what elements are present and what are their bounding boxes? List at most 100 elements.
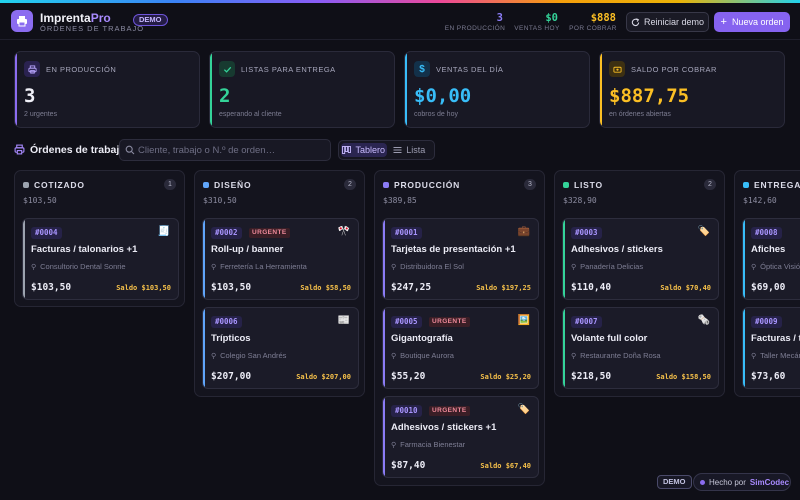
order-card[interactable]: #0010 URGENTE 🏷️ Adhesivos / stickers +1… [382,396,539,478]
column-total: $328,90 [563,196,597,205]
kpi-card-receivable: SALDO POR COBRAR $887,75 en órdenes abie… [599,51,785,128]
column-title: DISEÑO [214,180,252,190]
order-number: #0003 [571,227,602,239]
view-list-button[interactable]: Lista [387,143,433,157]
header-stat-value: $888 [590,12,616,24]
order-balance: Saldo $197,25 [476,284,531,292]
column-produccion: PRODUCCIÓN 3 $389,85 #0001 💼 Tarjetas de… [374,170,545,486]
kpi-label: LISTAS PARA ENTREGA [241,65,336,74]
kpi-subtext: 2 urgentes [24,111,58,118]
kpi-card-production: EN PRODUCCIÓN 3 2 urgentes [14,51,200,128]
order-title: Facturas / talonarios [751,333,800,344]
column-count: 2 [704,179,716,190]
printer-icon [24,61,40,77]
order-balance: Saldo $103,50 [116,284,171,292]
kpi-value: 3 [24,85,36,107]
user-icon: ⚲ [571,263,577,271]
kpi-card-ready: LISTAS PARA ENTREGA 2 esperando al clien… [209,51,395,128]
column-title: LISTO [574,180,603,190]
column-cotizado: COTIZADO 1 $103,50 #0004 🧾 Facturas / ta… [14,170,185,307]
user-icon: ⚲ [391,263,397,271]
order-card[interactable]: #0009 Facturas / talonarios ⚲Taller Mecá… [742,307,800,389]
new-order-button[interactable]: + Nueva orden [714,12,790,32]
column-listo: LISTO 2 $328,90 #0003 🏷️ Adhesivos / sti… [554,170,725,397]
kpi-subtext: en órdenes abiertas [609,111,671,118]
order-client: Consultorio Dental Sonrie [40,262,126,271]
urgent-badge: URGENTE [429,317,470,327]
order-card[interactable]: #0004 🧾 Facturas / talonarios +1 ⚲ Consul… [22,218,179,300]
order-number: #0010 [391,405,422,417]
order-price: $103,50 [211,282,252,293]
order-title: Roll-up / banner [211,244,284,255]
dollar-icon: $ [414,61,430,77]
user-icon: ⚲ [211,352,217,360]
order-number: #0006 [211,316,242,328]
order-card[interactable]: #0003 🏷️ Adhesivos / stickers ⚲ Panadería… [562,218,719,300]
order-card[interactable]: #0002 URGENTE 🎌 Roll-up / banner ⚲ Ferret… [202,218,359,300]
header-stat-sales: $0 VENTAS HOY [514,12,560,33]
view-board-button[interactable]: Tablero [341,143,387,157]
wallet-icon [609,61,625,77]
kpi-label: SALDO POR COBRAR [631,65,717,74]
search-icon [125,145,135,155]
user-icon: ⚲ [391,441,397,449]
order-number: #0001 [391,227,422,239]
user-icon: ⚲ [751,352,757,360]
board-icon [342,146,352,154]
app-header: ImprentaPro ÓRDENES DE TRABAJO DEMO 3 EN… [0,3,800,40]
order-card[interactable]: #0006 📰 Trípticos ⚲ Colegio San Andrés $2… [202,307,359,389]
order-client: Óptica Visión [760,262,800,271]
order-balance: Saldo $67,40 [480,462,531,470]
order-price: $55,20 [391,371,426,382]
kpi-value: $0,00 [414,85,472,107]
order-card[interactable]: #0005 URGENTE 🖼️ Gigantografía ⚲ Boutique… [382,307,539,389]
header-stat-value: 3 [496,12,503,24]
order-price: $103,50 [31,282,72,293]
order-card[interactable]: #0008 Afiches ⚲ Óptica Visión $69,00 [742,218,800,300]
section-title: Órdenes de trabajo [30,144,126,156]
column-total: $310,50 [203,196,237,205]
kpi-card-sales: $ VENTAS DEL DÍA $0,00 cobros de hoy [404,51,590,128]
order-number: #0008 [751,227,782,239]
order-title: Adhesivos / stickers [571,244,663,255]
brand-subtitle: ÓRDENES DE TRABAJO [40,24,145,33]
printer-logo-icon [11,10,33,32]
view-board-label: Tablero [355,145,386,155]
order-price: $218,50 [571,371,612,382]
order-number: #0005 [391,316,422,328]
order-number: #0007 [571,316,602,328]
header-stat-label: VENTAS HOY [514,25,560,32]
order-card[interactable]: #0001 💼 Tarjetas de presentación +1 ⚲ Dis… [382,218,539,300]
order-client: Panadería Delicias [580,262,644,271]
user-icon: ⚲ [31,263,37,271]
column-entregado: ENTREGADO $142,60 #0008 Afiches ⚲Óptica … [734,170,800,397]
kpi-label: VENTAS DEL DÍA [436,65,504,74]
made-by-link[interactable]: Hecho por SimCodec [693,473,791,491]
kpi-value: $887,75 [609,85,690,107]
demo-badge: DEMO [133,14,168,26]
column-title: COTIZADO [34,180,85,190]
order-card[interactable]: #0007 🗞️ Volante full color ⚲ Restaurante… [562,307,719,389]
order-price: $87,40 [391,460,426,471]
reset-demo-button[interactable]: Reiniciar demo [626,12,709,32]
order-price: $73,60 [751,371,786,382]
column-diseno: DISEÑO 2 $310,50 #0002 URGENTE 🎌 Roll-up… [194,170,365,397]
search-box [119,139,331,161]
urgent-badge: URGENTE [249,228,290,238]
order-number: #0009 [751,316,782,328]
order-title: Adhesivos / stickers +1 [391,422,497,433]
made-by-name: SimCodec [749,477,790,487]
brand-name: ImprentaPro [40,11,111,25]
kpi-subtext: cobros de hoy [414,111,458,118]
status-dot [743,182,749,188]
order-title: Tarjetas de presentación +1 [391,244,516,255]
order-client: Ferretería La Herramienta [220,262,307,271]
search-input[interactable] [138,140,326,160]
order-balance: Saldo $158,50 [656,373,711,381]
status-dot [203,182,209,188]
check-icon [219,61,235,77]
kpi-label: EN PRODUCCIÓN [46,65,117,74]
picture-icon: 🖼️ [517,315,530,326]
user-icon: ⚲ [211,263,217,271]
view-toggle: Tablero Lista [338,140,435,160]
